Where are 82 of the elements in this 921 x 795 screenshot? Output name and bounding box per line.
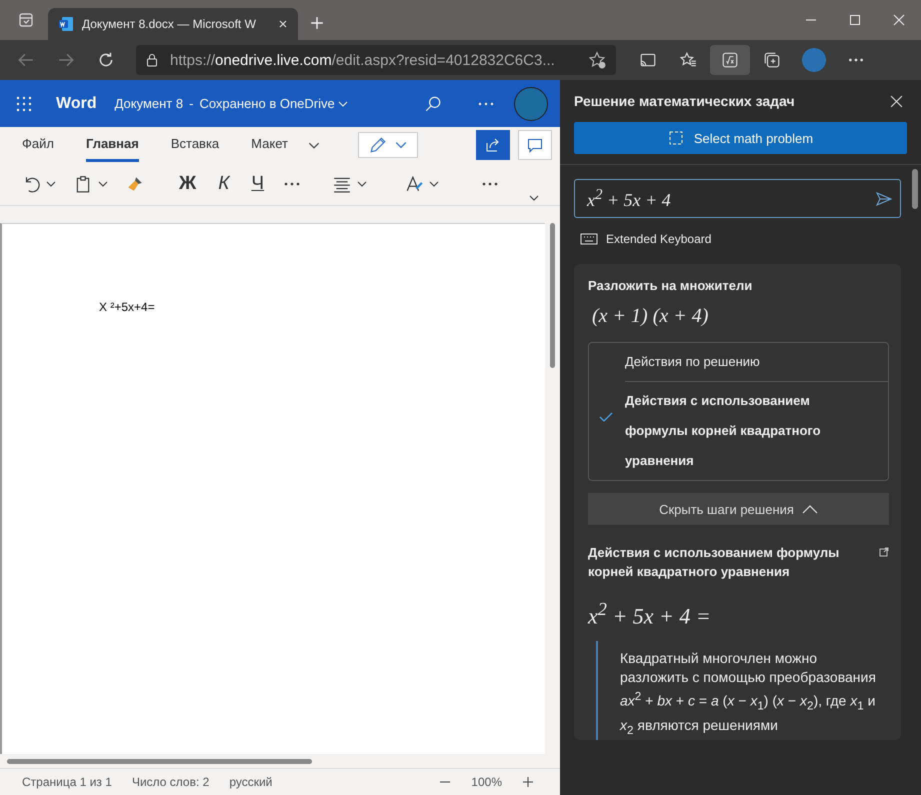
external-link-icon[interactable]	[879, 547, 889, 557]
document-text: X ²+5x+4=	[99, 300, 155, 314]
method-option[interactable]: Действия по решению	[589, 343, 888, 381]
checkmark-icon	[599, 412, 613, 422]
format-button[interactable]: Ч	[243, 171, 272, 197]
math-solver-button[interactable]	[710, 45, 750, 75]
more-icon[interactable]	[478, 102, 494, 106]
result-heading: Разложить на множители	[588, 278, 754, 293]
format-button[interactable]: Ж	[171, 171, 204, 197]
document-title[interactable]: Документ 8	[114, 96, 184, 111]
ribbon-tab[interactable]: Главная	[86, 128, 139, 162]
chevron-down-icon[interactable]	[357, 181, 368, 187]
chevron-down-icon[interactable]	[98, 181, 108, 187]
share-button[interactable]	[476, 130, 510, 160]
steps-heading: Действия с использованием формулы корней квадратного уравнения	[588, 544, 840, 581]
favorites-icon[interactable]	[679, 51, 697, 69]
pencil-icon	[368, 136, 387, 154]
method-option[interactable]: Действия с использованием формулы корней квадратного уравнения	[625, 381, 888, 480]
document-icon	[58, 16, 74, 32]
select-math-problem-button[interactable]: Select math problem	[574, 122, 907, 154]
app-launcher-icon[interactable]	[16, 96, 32, 112]
close-icon[interactable]	[890, 94, 903, 108]
browser-tab[interactable]: Документ 8.docx — Microsoft W	[48, 8, 298, 40]
send-icon[interactable]	[876, 190, 892, 206]
comment-icon	[527, 137, 543, 153]
add-favorite-icon[interactable]	[588, 51, 606, 69]
tab-actions-icon[interactable]	[18, 12, 34, 28]
lock-icon	[146, 53, 158, 67]
more-icon[interactable]	[481, 182, 500, 186]
refresh-icon[interactable]	[97, 51, 115, 69]
step-expression: x$^{2}$ + 5x + 4 =	[588, 599, 712, 630]
more-icon[interactable]	[283, 182, 302, 186]
math-icon	[721, 51, 739, 69]
extended-keyboard-link[interactable]: Extended Keyboard	[606, 232, 712, 246]
title-separator: -	[189, 96, 194, 111]
zoom-level: 100%	[471, 775, 502, 789]
new-tab-icon[interactable]	[310, 16, 324, 30]
app-name: Word	[56, 94, 97, 112]
clipboard-icon[interactable]	[74, 175, 92, 193]
back-icon[interactable]	[17, 51, 35, 69]
align-icon[interactable]	[333, 175, 352, 193]
scrollbar-thumb[interactable]	[7, 758, 312, 764]
styles-icon[interactable]	[405, 175, 424, 193]
chevron-down-icon[interactable]	[46, 181, 56, 187]
chevron-down-icon[interactable]	[429, 181, 440, 187]
maximize-icon[interactable]	[849, 14, 861, 26]
url-text: https://onedrive.live.com/edit.aspx?resid=4012832C6C3...	[170, 52, 556, 68]
close-icon[interactable]	[893, 14, 905, 26]
keyboard-icon[interactable]	[580, 233, 598, 245]
chevron-down-icon[interactable]	[308, 142, 320, 148]
chevron-down-icon	[394, 141, 407, 149]
close-icon[interactable]	[278, 19, 288, 29]
chevron-down-icon[interactable]	[529, 195, 540, 201]
forward-icon[interactable]	[57, 51, 75, 69]
address-bar[interactable]: https://onedrive.live.com/edit.aspx?resid=4012832C6C3...	[136, 45, 616, 75]
chevron-up-icon	[802, 504, 818, 514]
panel-title: Решение математических задач	[574, 93, 795, 109]
ribbon-tab[interactable]: Макет	[251, 128, 288, 162]
page-count: Страница 1 из 1	[22, 775, 112, 789]
search-icon[interactable]	[424, 94, 442, 112]
comments-button[interactable]	[518, 130, 552, 160]
scrollbar-thumb[interactable]	[550, 223, 555, 368]
ribbon-tab[interactable]: Файл	[22, 128, 54, 162]
format-button[interactable]: К	[210, 171, 238, 197]
scrollbar-thumb[interactable]	[912, 169, 918, 209]
editing-mode-button[interactable]	[358, 132, 418, 158]
profile-avatar[interactable]	[514, 86, 548, 120]
document-page[interactable]: X ²+5x+4=	[0, 223, 545, 754]
cast-icon[interactable]	[639, 51, 657, 69]
save-status[interactable]: Сохранено в OneDrive	[199, 96, 335, 111]
collections-icon[interactable]	[763, 51, 781, 69]
ribbon-tab[interactable]: Вставка	[170, 128, 220, 162]
result-expression: (x + 1) (x + 4)	[592, 305, 710, 328]
selection-icon	[668, 130, 684, 146]
share-icon	[485, 137, 501, 153]
format-painter-icon[interactable]	[126, 175, 144, 193]
zoom-in-icon[interactable]	[522, 776, 534, 788]
step-explanation: Квадратный многочлен можно разложить с помощью преобразования ax$^{2}$ + bx + c = a (x − x$_{1}$) (x − x$_{2}$), где x$_{1}$ и x$_{2}$ являются решениями	[620, 649, 877, 739]
hide-steps-button[interactable]: Скрыть шаги решения	[588, 493, 889, 525]
word-count: Число слов: 2	[132, 775, 210, 789]
math-input-field[interactable]: x$^{2}$ + 5x + 4	[574, 179, 901, 218]
language[interactable]: русский	[229, 775, 272, 789]
